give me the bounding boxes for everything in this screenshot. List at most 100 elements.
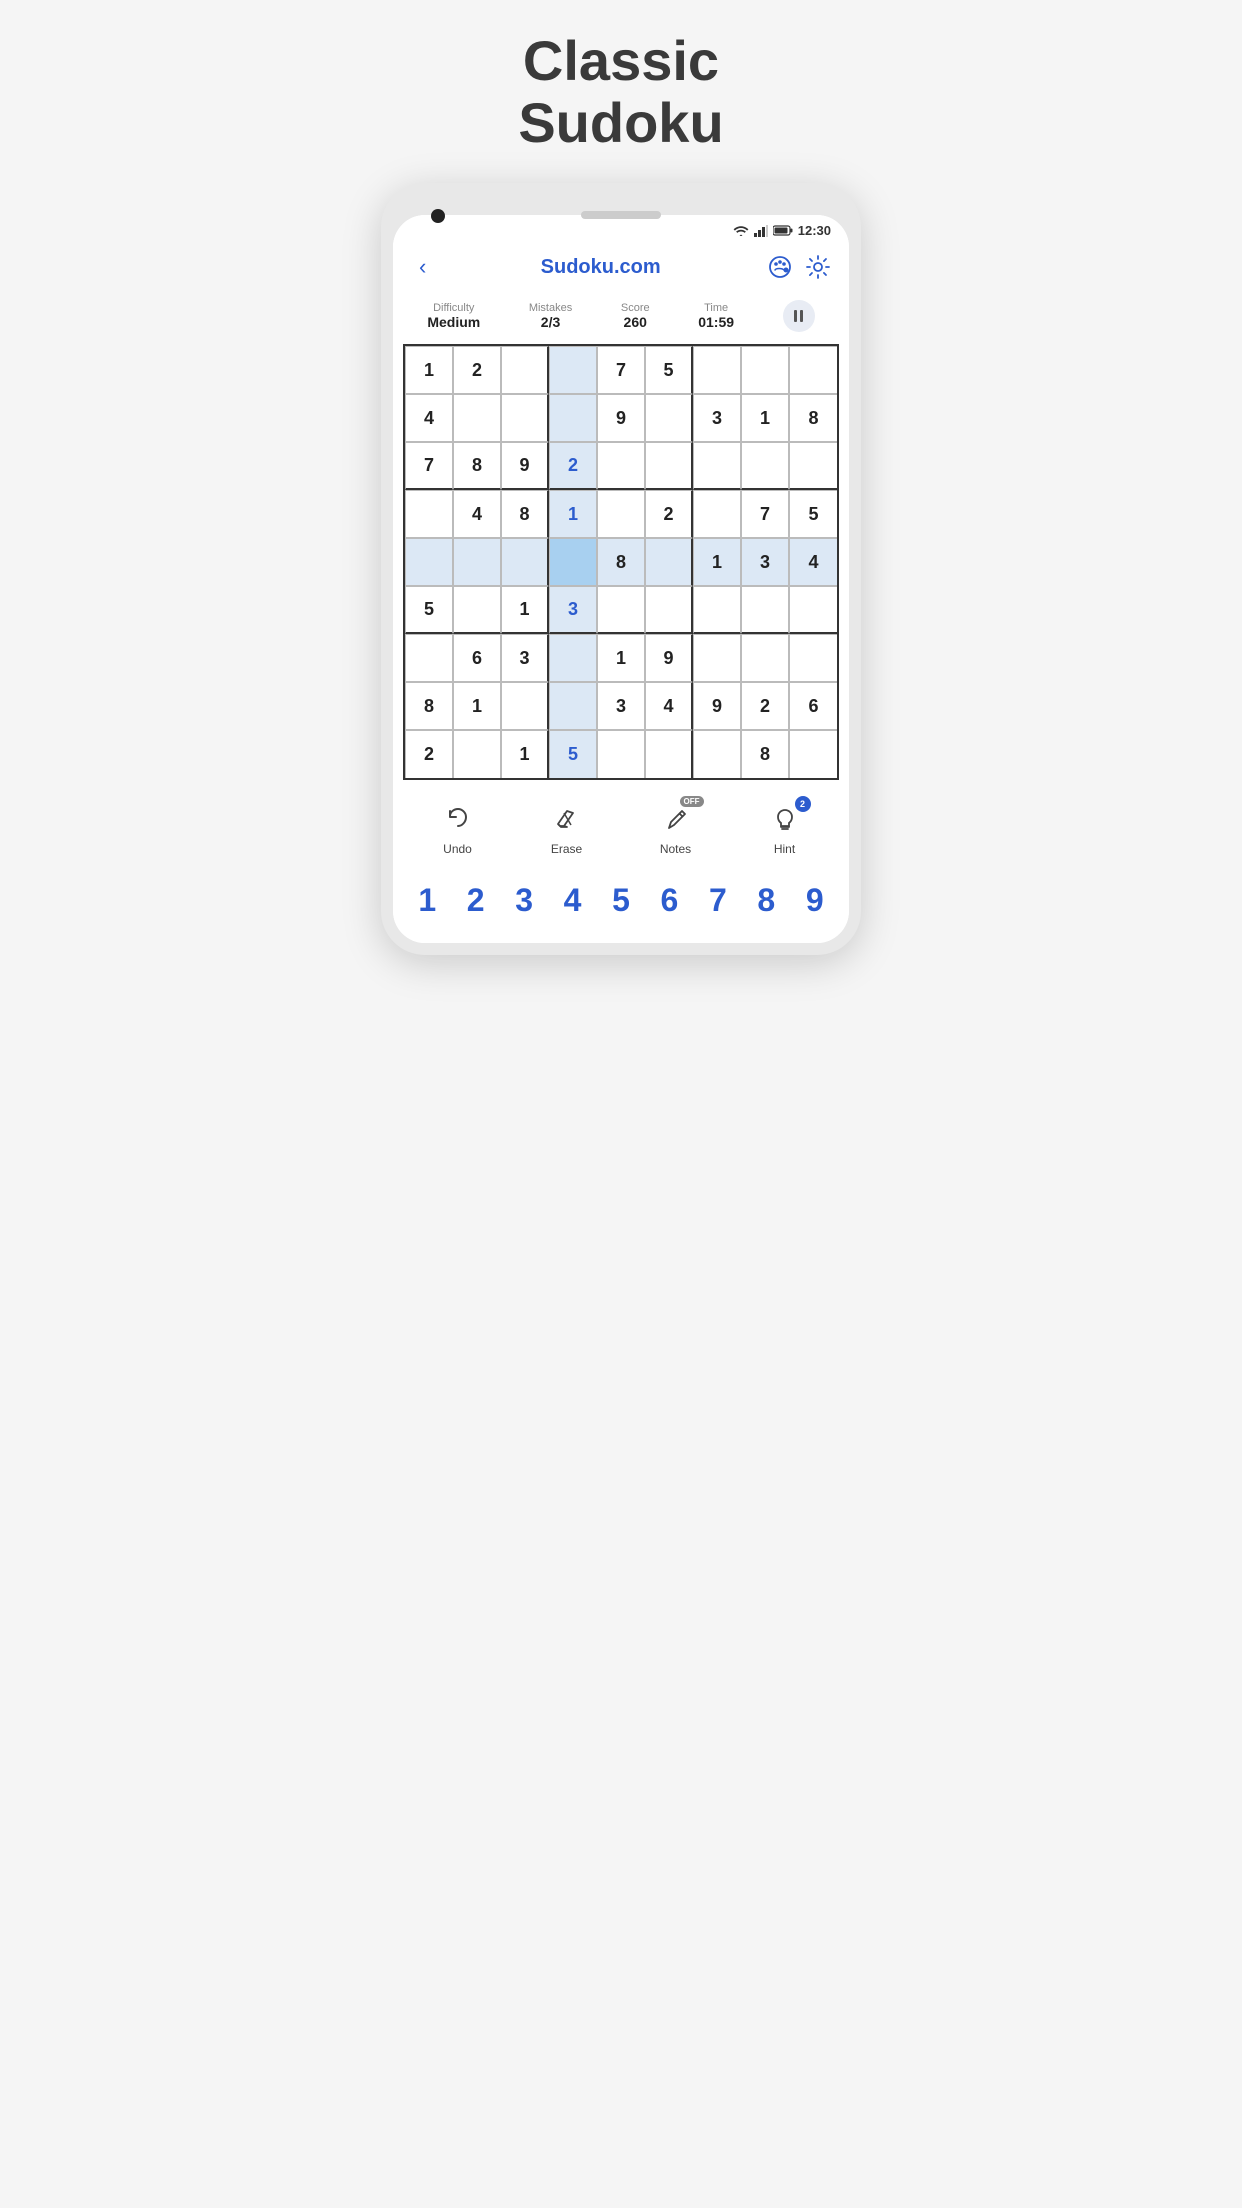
cell[interactable]: 1 [405, 346, 453, 394]
cell[interactable] [693, 730, 741, 778]
cell[interactable]: 1 [453, 682, 501, 730]
cell[interactable] [501, 682, 549, 730]
pause-button[interactable] [783, 300, 815, 332]
cell[interactable]: 4 [789, 538, 837, 586]
cell[interactable] [741, 634, 789, 682]
cell[interactable]: 9 [645, 634, 693, 682]
notes-button[interactable]: OFF Notes [658, 802, 694, 856]
cell[interactable]: 2 [741, 682, 789, 730]
cell[interactable] [741, 346, 789, 394]
cell[interactable]: 3 [741, 538, 789, 586]
cell[interactable]: 8 [789, 394, 837, 442]
cell[interactable] [789, 346, 837, 394]
back-button[interactable]: ‹ [411, 250, 434, 284]
cell[interactable] [453, 538, 501, 586]
cell[interactable] [741, 586, 789, 634]
cell[interactable]: 2 [549, 442, 597, 490]
cell[interactable]: 8 [597, 538, 645, 586]
cell[interactable]: 7 [741, 490, 789, 538]
cell[interactable]: 2 [405, 730, 453, 778]
cell[interactable]: 5 [789, 490, 837, 538]
number-button-6[interactable]: 6 [655, 878, 685, 923]
undo-button[interactable]: Undo [440, 802, 476, 856]
cell[interactable]: 9 [501, 442, 549, 490]
cell[interactable]: 7 [405, 442, 453, 490]
cell[interactable] [405, 538, 453, 586]
palette-icon-button[interactable] [767, 254, 793, 280]
cell[interactable]: 8 [405, 682, 453, 730]
cell[interactable] [453, 730, 501, 778]
cell[interactable]: 4 [453, 490, 501, 538]
number-button-9[interactable]: 9 [800, 878, 830, 923]
cell[interactable]: 5 [549, 730, 597, 778]
hint-button[interactable]: 2 Hint [767, 802, 803, 856]
cell[interactable] [645, 730, 693, 778]
cell[interactable] [501, 346, 549, 394]
settings-icon-button[interactable] [805, 254, 831, 280]
cell[interactable] [597, 490, 645, 538]
cell[interactable] [645, 538, 693, 586]
cell[interactable] [405, 634, 453, 682]
cell[interactable] [453, 586, 501, 634]
cell[interactable]: 5 [645, 346, 693, 394]
cell[interactable] [501, 538, 549, 586]
cell[interactable] [549, 538, 597, 586]
number-button-4[interactable]: 4 [558, 878, 588, 923]
cell[interactable]: 6 [453, 634, 501, 682]
number-button-3[interactable]: 3 [509, 878, 539, 923]
cell[interactable] [549, 634, 597, 682]
number-button-7[interactable]: 7 [703, 878, 733, 923]
cell[interactable] [693, 490, 741, 538]
cell[interactable]: 1 [597, 634, 645, 682]
cell[interactable] [789, 634, 837, 682]
cell[interactable] [741, 442, 789, 490]
erase-button[interactable]: Erase [549, 802, 585, 856]
cell[interactable]: 2 [645, 490, 693, 538]
cell[interactable]: 8 [453, 442, 501, 490]
number-button-1[interactable]: 1 [412, 878, 442, 923]
cell[interactable]: 1 [741, 394, 789, 442]
cell[interactable] [597, 442, 645, 490]
cell[interactable]: 5 [405, 586, 453, 634]
cell[interactable] [645, 442, 693, 490]
number-button-2[interactable]: 2 [461, 878, 491, 923]
status-bar: 12:30 [393, 215, 849, 242]
cell[interactable] [597, 730, 645, 778]
cell[interactable] [645, 394, 693, 442]
number-button-5[interactable]: 5 [606, 878, 636, 923]
cell[interactable] [645, 586, 693, 634]
cell[interactable] [549, 394, 597, 442]
cell[interactable] [693, 346, 741, 394]
cell[interactable]: 3 [549, 586, 597, 634]
cell[interactable]: 2 [453, 346, 501, 394]
cell[interactable]: 3 [501, 634, 549, 682]
cell[interactable] [453, 394, 501, 442]
sudoku-grid[interactable]: 1275493187892481275813451363198134926215… [403, 344, 839, 780]
cell[interactable]: 6 [789, 682, 837, 730]
cell[interactable]: 8 [741, 730, 789, 778]
cell[interactable] [693, 586, 741, 634]
cell[interactable] [405, 490, 453, 538]
cell[interactable] [693, 442, 741, 490]
cell[interactable]: 1 [501, 586, 549, 634]
cell[interactable]: 1 [549, 490, 597, 538]
cell[interactable] [789, 730, 837, 778]
cell[interactable]: 7 [597, 346, 645, 394]
number-button-8[interactable]: 8 [751, 878, 781, 923]
cell[interactable]: 9 [597, 394, 645, 442]
cell[interactable] [549, 682, 597, 730]
cell[interactable]: 8 [501, 490, 549, 538]
cell[interactable] [549, 346, 597, 394]
cell[interactable]: 1 [693, 538, 741, 586]
cell[interactable]: 1 [501, 730, 549, 778]
cell[interactable] [789, 586, 837, 634]
cell[interactable]: 4 [645, 682, 693, 730]
cell[interactable] [501, 394, 549, 442]
cell[interactable]: 4 [405, 394, 453, 442]
cell[interactable] [693, 634, 741, 682]
cell[interactable] [789, 442, 837, 490]
cell[interactable]: 3 [597, 682, 645, 730]
cell[interactable]: 9 [693, 682, 741, 730]
cell[interactable] [597, 586, 645, 634]
cell[interactable]: 3 [693, 394, 741, 442]
